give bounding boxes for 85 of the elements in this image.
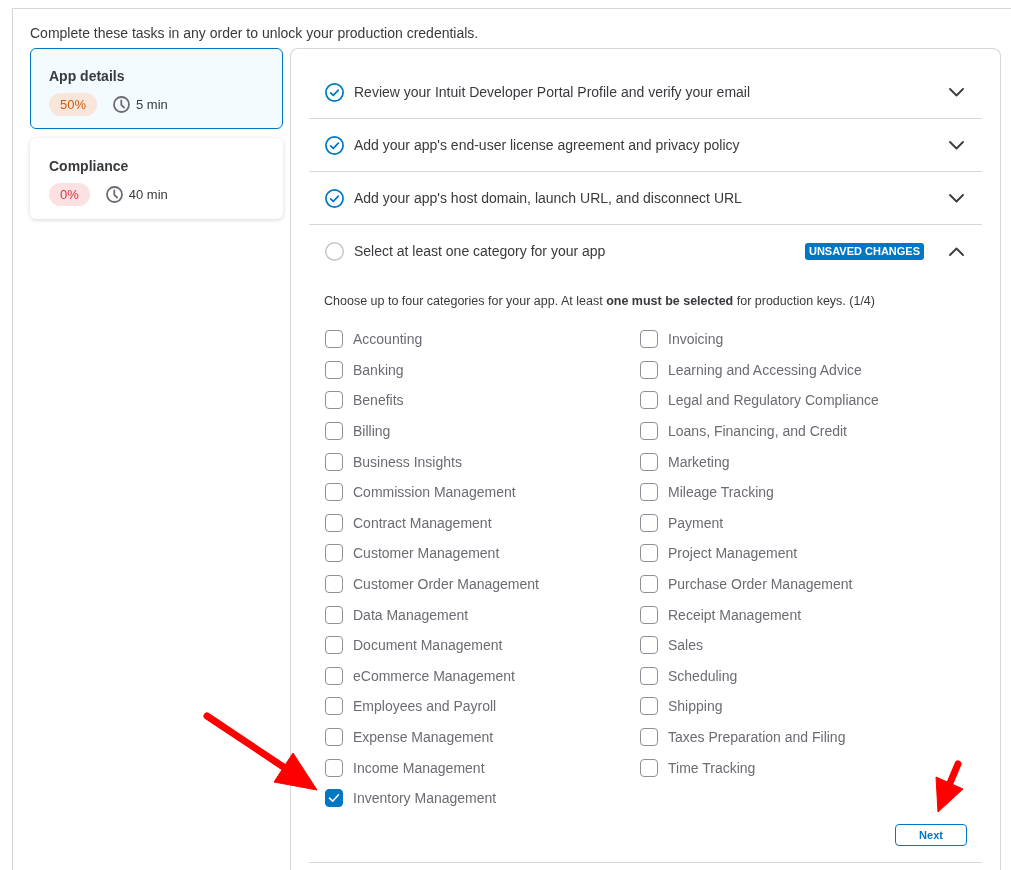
checkbox-label[interactable]: Income Management	[353, 758, 485, 777]
hint-text: Choose up to four categories for your app. At least one must be selected for production keys. (1/4)	[324, 293, 875, 310]
checkbox[interactable]	[325, 513, 343, 532]
checkbox[interactable]	[325, 422, 343, 441]
checkbox[interactable]	[640, 513, 658, 532]
checkbox-label[interactable]: eCommerce Management	[353, 666, 515, 685]
checkbox[interactable]	[325, 666, 343, 685]
task-card[interactable]: App details 50% 5 min	[30, 48, 283, 129]
checkbox[interactable]	[640, 360, 658, 379]
checkbox-label[interactable]: Marketing	[668, 452, 730, 471]
task-title: Add your app's end-user license agreement and privacy policy	[354, 136, 741, 154]
task-card-title: App details	[49, 67, 125, 85]
checkbox[interactable]	[640, 636, 658, 655]
checkbox[interactable]	[325, 758, 343, 777]
checkbox[interactable]	[325, 575, 343, 594]
checkbox[interactable]	[325, 360, 343, 379]
task-card-title: Compliance	[49, 157, 129, 175]
checkbox-label[interactable]: Banking	[353, 360, 404, 379]
checkbox[interactable]	[640, 422, 658, 441]
checkbox-label[interactable]: Accounting	[353, 330, 423, 349]
accordion-header[interactable]: Review your Intuit Developer Portal Profile and verify your email	[309, 66, 982, 118]
task-card[interactable]: Compliance 0% 40 min	[30, 138, 283, 219]
checkbox-label[interactable]: Project Management	[668, 544, 798, 563]
progress-badge: 50%	[49, 93, 98, 116]
checkbox-label[interactable]: Taxes Preparation and Filing	[668, 728, 846, 746]
checkbox[interactable]	[640, 758, 658, 777]
checkbox-label[interactable]: Employees and Payroll	[353, 697, 497, 716]
checkbox[interactable]	[325, 636, 343, 655]
checkbox-label[interactable]: Commission Management	[353, 483, 516, 502]
checkbox[interactable]	[640, 697, 658, 716]
checkbox-label[interactable]: Receipt Management	[668, 605, 802, 624]
checkbox-label[interactable]: Expense Management	[353, 728, 494, 746]
checkbox-label[interactable]: Business Insights	[353, 452, 462, 471]
checkbox[interactable]	[325, 544, 343, 563]
checkbox[interactable]	[325, 330, 343, 349]
checkbox[interactable]	[325, 605, 343, 624]
checkbox-label[interactable]: Customer Order Management	[353, 575, 539, 594]
checkbox[interactable]	[325, 391, 343, 410]
duration-text: 40 min	[128, 185, 168, 204]
checkbox-label[interactable]: Time Tracking	[668, 758, 756, 777]
clock-icon	[113, 96, 131, 113]
checkbox[interactable]	[325, 697, 343, 716]
checkbox[interactable]	[640, 666, 658, 685]
checkbox-label[interactable]: Learning and Accessing Advice	[668, 360, 862, 379]
accordion-header[interactable]: Add your app's end-user license agreement and privacy policy	[309, 119, 982, 171]
checkbox[interactable]	[640, 728, 658, 746]
checkbox[interactable]	[640, 391, 658, 410]
checkbox-label[interactable]: Legal and Regulatory Compliance	[668, 391, 879, 410]
checkbox[interactable]	[640, 483, 658, 502]
status-badge: UNSAVED CHANGES	[804, 242, 924, 260]
checkbox-label[interactable]: Inventory Management	[353, 789, 497, 808]
progress-badge: 0%	[49, 183, 90, 206]
next-button[interactable]: Next	[895, 823, 967, 846]
duration-text: 5 min	[136, 95, 168, 114]
accordion-header[interactable]: Add your app's host domain, launch URL, and disconnect URL	[309, 172, 982, 224]
checkbox[interactable]	[325, 728, 343, 746]
checkbox-label[interactable]: Contract Management	[353, 513, 492, 532]
checkbox-label[interactable]: Payment	[668, 513, 724, 532]
intro-text: Complete these tasks in any order to unlock your production credentials.	[30, 24, 479, 42]
checkbox-label[interactable]: Benefits	[353, 391, 404, 410]
checkbox-label[interactable]: Purchase Order Management	[668, 575, 853, 594]
clock-icon	[105, 186, 123, 203]
checkbox-label[interactable]: Shipping	[668, 697, 723, 716]
checkbox[interactable]	[325, 483, 343, 502]
task-title: Select at least one category for your app	[354, 242, 607, 260]
checkbox-label[interactable]: Data Management	[353, 605, 469, 624]
checkbox-label[interactable]: Mileage Tracking	[668, 483, 774, 502]
checkbox[interactable]	[640, 330, 658, 349]
checkbox[interactable]	[640, 575, 658, 594]
checkbox-label[interactable]: Loans, Financing, and Credit	[668, 422, 847, 441]
checkbox-label[interactable]: Billing	[353, 422, 391, 441]
checkbox-label[interactable]: Scheduling	[668, 666, 738, 685]
checkbox[interactable]	[640, 452, 658, 471]
checkbox[interactable]	[325, 452, 343, 471]
checkbox[interactable]	[640, 544, 658, 563]
task-title: Add your app's host domain, launch URL, and disconnect URL	[354, 189, 743, 207]
checkmark-icon	[328, 793, 340, 804]
checkbox[interactable]	[325, 789, 343, 808]
checkbox-label[interactable]: Sales	[668, 636, 704, 655]
checkbox-label[interactable]: Document Management	[353, 636, 503, 655]
checkbox[interactable]	[640, 605, 658, 624]
checkbox-label[interactable]: Customer Management	[353, 544, 500, 563]
task-title: Review your Intuit Developer Portal Profile and verify your email	[354, 83, 752, 101]
accordion-header[interactable]: Select at least one category for your app UNSAVED CHANGES	[309, 225, 982, 277]
checkbox-label[interactable]: Invoicing	[668, 330, 724, 349]
